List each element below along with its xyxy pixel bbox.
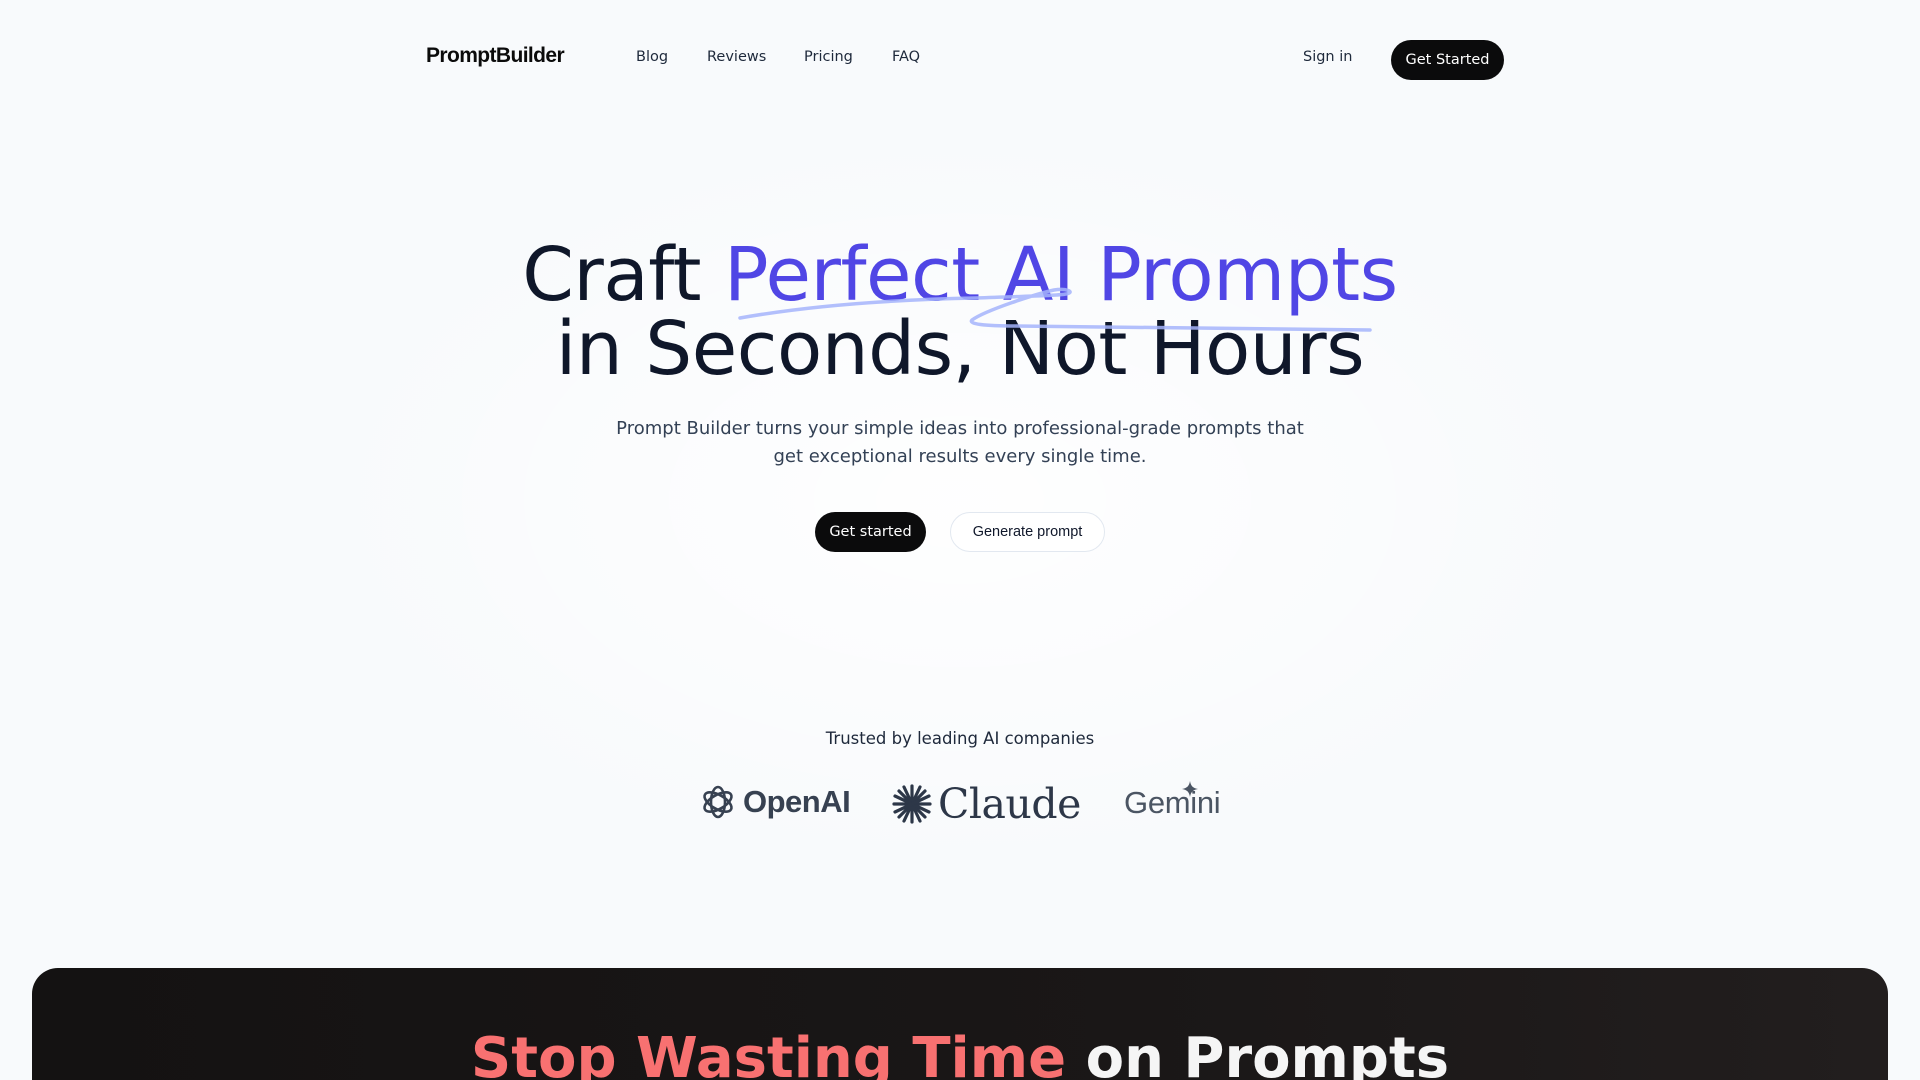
brand-logo[interactable]: PromptBuilder [426,44,565,68]
gemini-sparkle-icon [1182,781,1198,797]
hero-subtitle-line2: get exceptional results every single tim… [773,446,1147,467]
features-dark-section: Stop Wasting Time on Prompts [32,968,1888,1080]
hero-subtitle: Prompt Builder turns your simple ideas i… [610,415,1310,471]
nav-link-faq[interactable]: FAQ [892,49,920,65]
hero-subtitle-line1: Prompt Builder turns your simple ideas i… [616,418,1304,439]
nav-link-blog[interactable]: Blog [636,49,668,65]
openai-icon [703,785,733,819]
top-nav: PromptBuilder Blog Reviews Pricing FAQ S… [0,0,1920,118]
claude-starburst-icon [892,784,932,824]
underline-squiggle-decoration [738,287,1372,332]
openai-logo: OpenAI [698,782,851,822]
trusted-by-label: Trusted by leading AI companies [825,729,1095,748]
gemini-wordmark: Gemini [1124,785,1221,820]
sign-in-link[interactable]: Sign in [1303,49,1352,65]
claude-logo: Claude [891,780,1081,828]
get-started-nav-button[interactable]: Get Started [1391,40,1504,80]
gemini-logo: Gemini [1124,781,1221,821]
nav-link-reviews[interactable]: Reviews [707,49,766,65]
dark-section-title-accent: Stop Wasting Time [470,1026,1067,1080]
generate-prompt-button[interactable]: Generate prompt [950,512,1105,552]
openai-wordmark: OpenAI [743,784,851,819]
claude-wordmark: Claude [938,780,1081,828]
get-started-button[interactable]: Get started [815,512,926,552]
nav-link-pricing[interactable]: Pricing [804,49,853,65]
dark-section-title: Stop Wasting Time on Prompts [32,1026,1888,1080]
dark-section-title-rest: on Prompts [1066,1026,1450,1080]
